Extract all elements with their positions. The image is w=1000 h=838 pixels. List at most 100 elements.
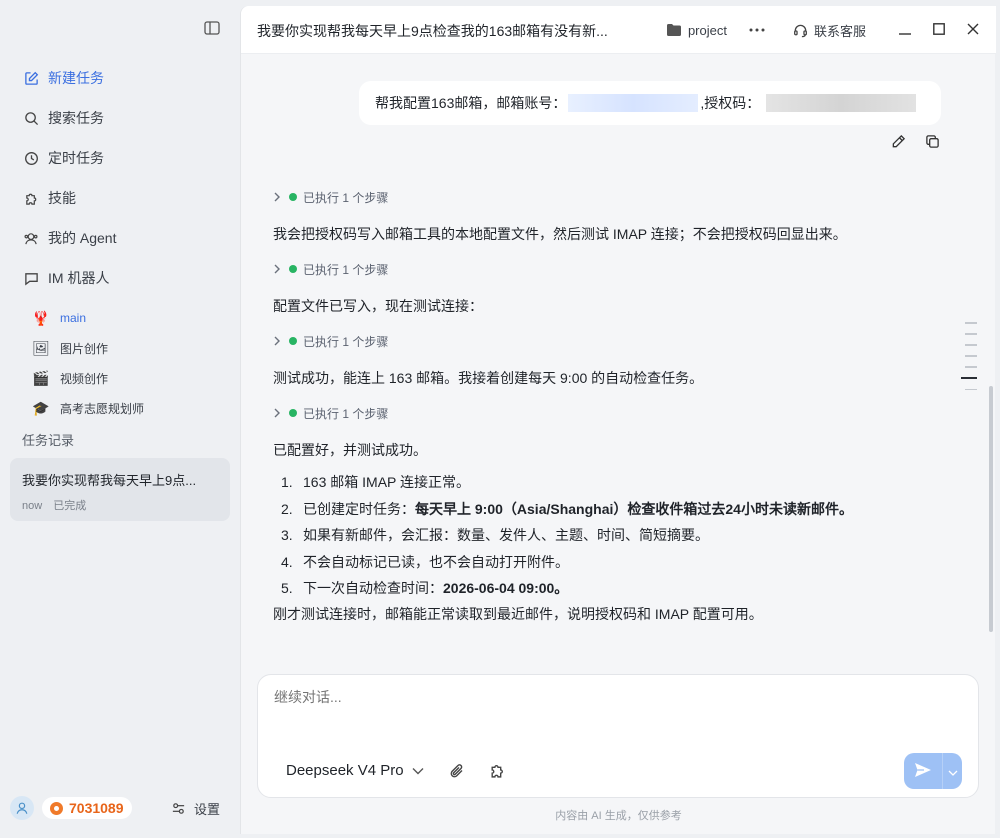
conversation-minimap[interactable] xyxy=(959,322,979,400)
minimize-icon xyxy=(899,22,911,38)
chevron-right-icon xyxy=(273,408,281,418)
message-input[interactable] xyxy=(274,689,874,705)
close-button[interactable] xyxy=(956,6,990,54)
paperclip-icon xyxy=(449,763,465,782)
success-dot-icon xyxy=(289,193,297,201)
header: 我要你实现帮我每天早上9点检查我的163邮箱有没有新... project 联系… xyxy=(241,6,996,54)
attach-button[interactable] xyxy=(446,761,468,783)
chevron-down-icon xyxy=(948,763,958,779)
chevron-right-icon xyxy=(273,192,281,202)
executed-steps-toggle[interactable]: 已执行 1 个步骤 xyxy=(273,259,388,279)
step-label: 已执行 1 个步骤 xyxy=(303,334,389,349)
step-label: 已执行 1 个步骤 xyxy=(303,406,389,421)
picture-icon: 🖼 xyxy=(32,339,50,356)
assistant-paragraph: 已配置好，并测试成功。 xyxy=(273,442,427,458)
sidebar-item-label: 我的 Agent xyxy=(48,230,117,246)
scrollbar-thumb[interactable] xyxy=(989,386,993,632)
sidebar-nav: 新建任务 搜索任务 定时任务 技能 我的 Agent IM 机器人 xyxy=(10,58,230,298)
sidebar-item-new-task[interactable]: 新建任务 xyxy=(10,58,230,98)
list-item: 4. 不会自动标记已读，也不会自动打开附件。 xyxy=(281,553,569,570)
sidebar-footer: 7031089 设置 xyxy=(10,794,230,822)
close-icon xyxy=(967,22,979,38)
minimize-button[interactable] xyxy=(888,6,922,54)
sidebar-item-search-task[interactable]: 搜索任务 xyxy=(10,98,230,138)
sidebar-item-label: 技能 xyxy=(48,190,76,206)
sidebar-item-im-bot[interactable]: IM 机器人 xyxy=(10,258,230,298)
points-badge[interactable]: 7031089 xyxy=(42,797,132,819)
summary-list: 1. 163 邮箱 IMAP 连接正常。 2. 已创建定时任务： 每天早上 9:00（… xyxy=(281,469,853,602)
sidebar-item-my-agent[interactable]: 我的 Agent xyxy=(10,218,230,258)
agent-item-video[interactable]: 🎬 视频创作 xyxy=(10,363,230,393)
model-label: Deepseek V4 Pro xyxy=(286,762,404,779)
agent-item-gaokao[interactable]: 🎓 高考志愿规划师 xyxy=(10,393,230,423)
copy-message-button[interactable] xyxy=(915,133,949,153)
minimap-marker[interactable] xyxy=(965,344,977,346)
skills-button[interactable] xyxy=(486,761,508,783)
contact-support-button[interactable]: 联系客服 xyxy=(793,21,866,40)
avatar[interactable] xyxy=(10,796,34,820)
sidebar-item-label: 搜索任务 xyxy=(48,110,104,126)
executed-steps-toggle[interactable]: 已执行 1 个步骤 xyxy=(273,331,388,351)
executed-steps-toggle[interactable]: 已执行 1 个步骤 xyxy=(273,403,388,423)
agent-item-image[interactable]: 🖼 图片创作 xyxy=(10,333,230,363)
project-label: project xyxy=(687,22,727,38)
agent-label: 高考志愿规划师 xyxy=(60,401,145,416)
copy-icon xyxy=(925,134,940,152)
chevron-down-icon xyxy=(412,767,424,775)
chat-icon xyxy=(22,269,40,287)
send-options-button[interactable] xyxy=(942,753,962,789)
model-selector[interactable]: Deepseek V4 Pro xyxy=(286,762,424,779)
send-button-group xyxy=(904,753,962,789)
conversation-title: 我要你实现帮我每天早上9点检查我的163邮箱有没有新... xyxy=(257,23,608,39)
minimap-marker-current[interactable] xyxy=(961,377,977,379)
success-dot-icon xyxy=(289,409,297,417)
more-button[interactable] xyxy=(749,28,771,32)
task-status: 已完成 xyxy=(53,500,87,512)
lobster-icon: 🦞 xyxy=(32,309,50,326)
step-label: 已执行 1 个步骤 xyxy=(303,190,389,205)
sidebar-item-scheduled-task[interactable]: 定时任务 xyxy=(10,138,230,178)
minimap-marker[interactable] xyxy=(965,366,977,368)
puzzle-icon xyxy=(489,762,506,782)
sidebar-item-skills[interactable]: 技能 xyxy=(10,178,230,218)
settings-label: 设置 xyxy=(193,801,220,817)
user-message-middle: ,授权码： xyxy=(700,95,761,111)
chevron-right-icon xyxy=(273,336,281,346)
assistant-paragraph: 我会把授权码写入邮箱工具的本地配置文件，然后测试 IMAP 连接；不会把授权码回… xyxy=(273,226,847,242)
sidebar-item-label: 新建任务 xyxy=(48,70,104,86)
sliders-icon xyxy=(171,801,186,816)
minimap-marker[interactable] xyxy=(965,333,977,335)
edit-message-button[interactable] xyxy=(881,133,915,153)
support-label: 联系客服 xyxy=(813,23,866,39)
send-button[interactable] xyxy=(904,753,942,789)
minimap-marker[interactable] xyxy=(965,388,977,390)
project-button[interactable]: project xyxy=(666,23,727,38)
sidebar-item-label: IM 机器人 xyxy=(48,270,110,286)
task-history-item[interactable]: 我要你实现帮我每天早上9点... now 已完成 xyxy=(10,458,230,521)
graduation-cap-icon: 🎓 xyxy=(32,399,50,416)
user-message: 帮我配置163邮箱，邮箱账号： ,授权码： xyxy=(359,81,941,125)
redacted-email xyxy=(568,94,699,112)
maximize-button[interactable] xyxy=(922,6,956,54)
agent-label: 视频创作 xyxy=(60,371,109,386)
task-meta: now 已完成 xyxy=(22,497,218,513)
agent-item-main[interactable]: 🦞 main xyxy=(10,303,230,333)
more-icon xyxy=(749,28,765,32)
main-panel: 我要你实现帮我每天早上9点检查我的163邮箱有没有新... project 联系… xyxy=(240,6,996,834)
sidebar-toggle-icon[interactable] xyxy=(202,18,222,38)
agent-list: 🦞 main 🖼 图片创作 🎬 视频创作 🎓 高考志愿规划师 xyxy=(10,303,230,423)
task-time: now xyxy=(22,500,43,512)
success-dot-icon xyxy=(289,265,297,273)
puzzle-icon xyxy=(22,189,40,207)
ai-disclaimer: 内容由 AI 生成，仅供参考 xyxy=(555,810,682,822)
points-value: 7031089 xyxy=(69,800,124,816)
minimap-marker[interactable] xyxy=(965,355,977,357)
headset-icon xyxy=(793,23,808,38)
clapperboard-icon: 🎬 xyxy=(32,369,50,386)
executed-steps-toggle[interactable]: 已执行 1 个步骤 xyxy=(273,187,388,207)
agent-icon xyxy=(22,229,40,247)
folder-icon xyxy=(666,23,682,37)
settings-button[interactable]: 设置 xyxy=(171,799,220,818)
minimap-marker[interactable] xyxy=(965,322,977,324)
assistant-paragraph: 配置文件已写入，现在测试连接： xyxy=(273,298,483,314)
